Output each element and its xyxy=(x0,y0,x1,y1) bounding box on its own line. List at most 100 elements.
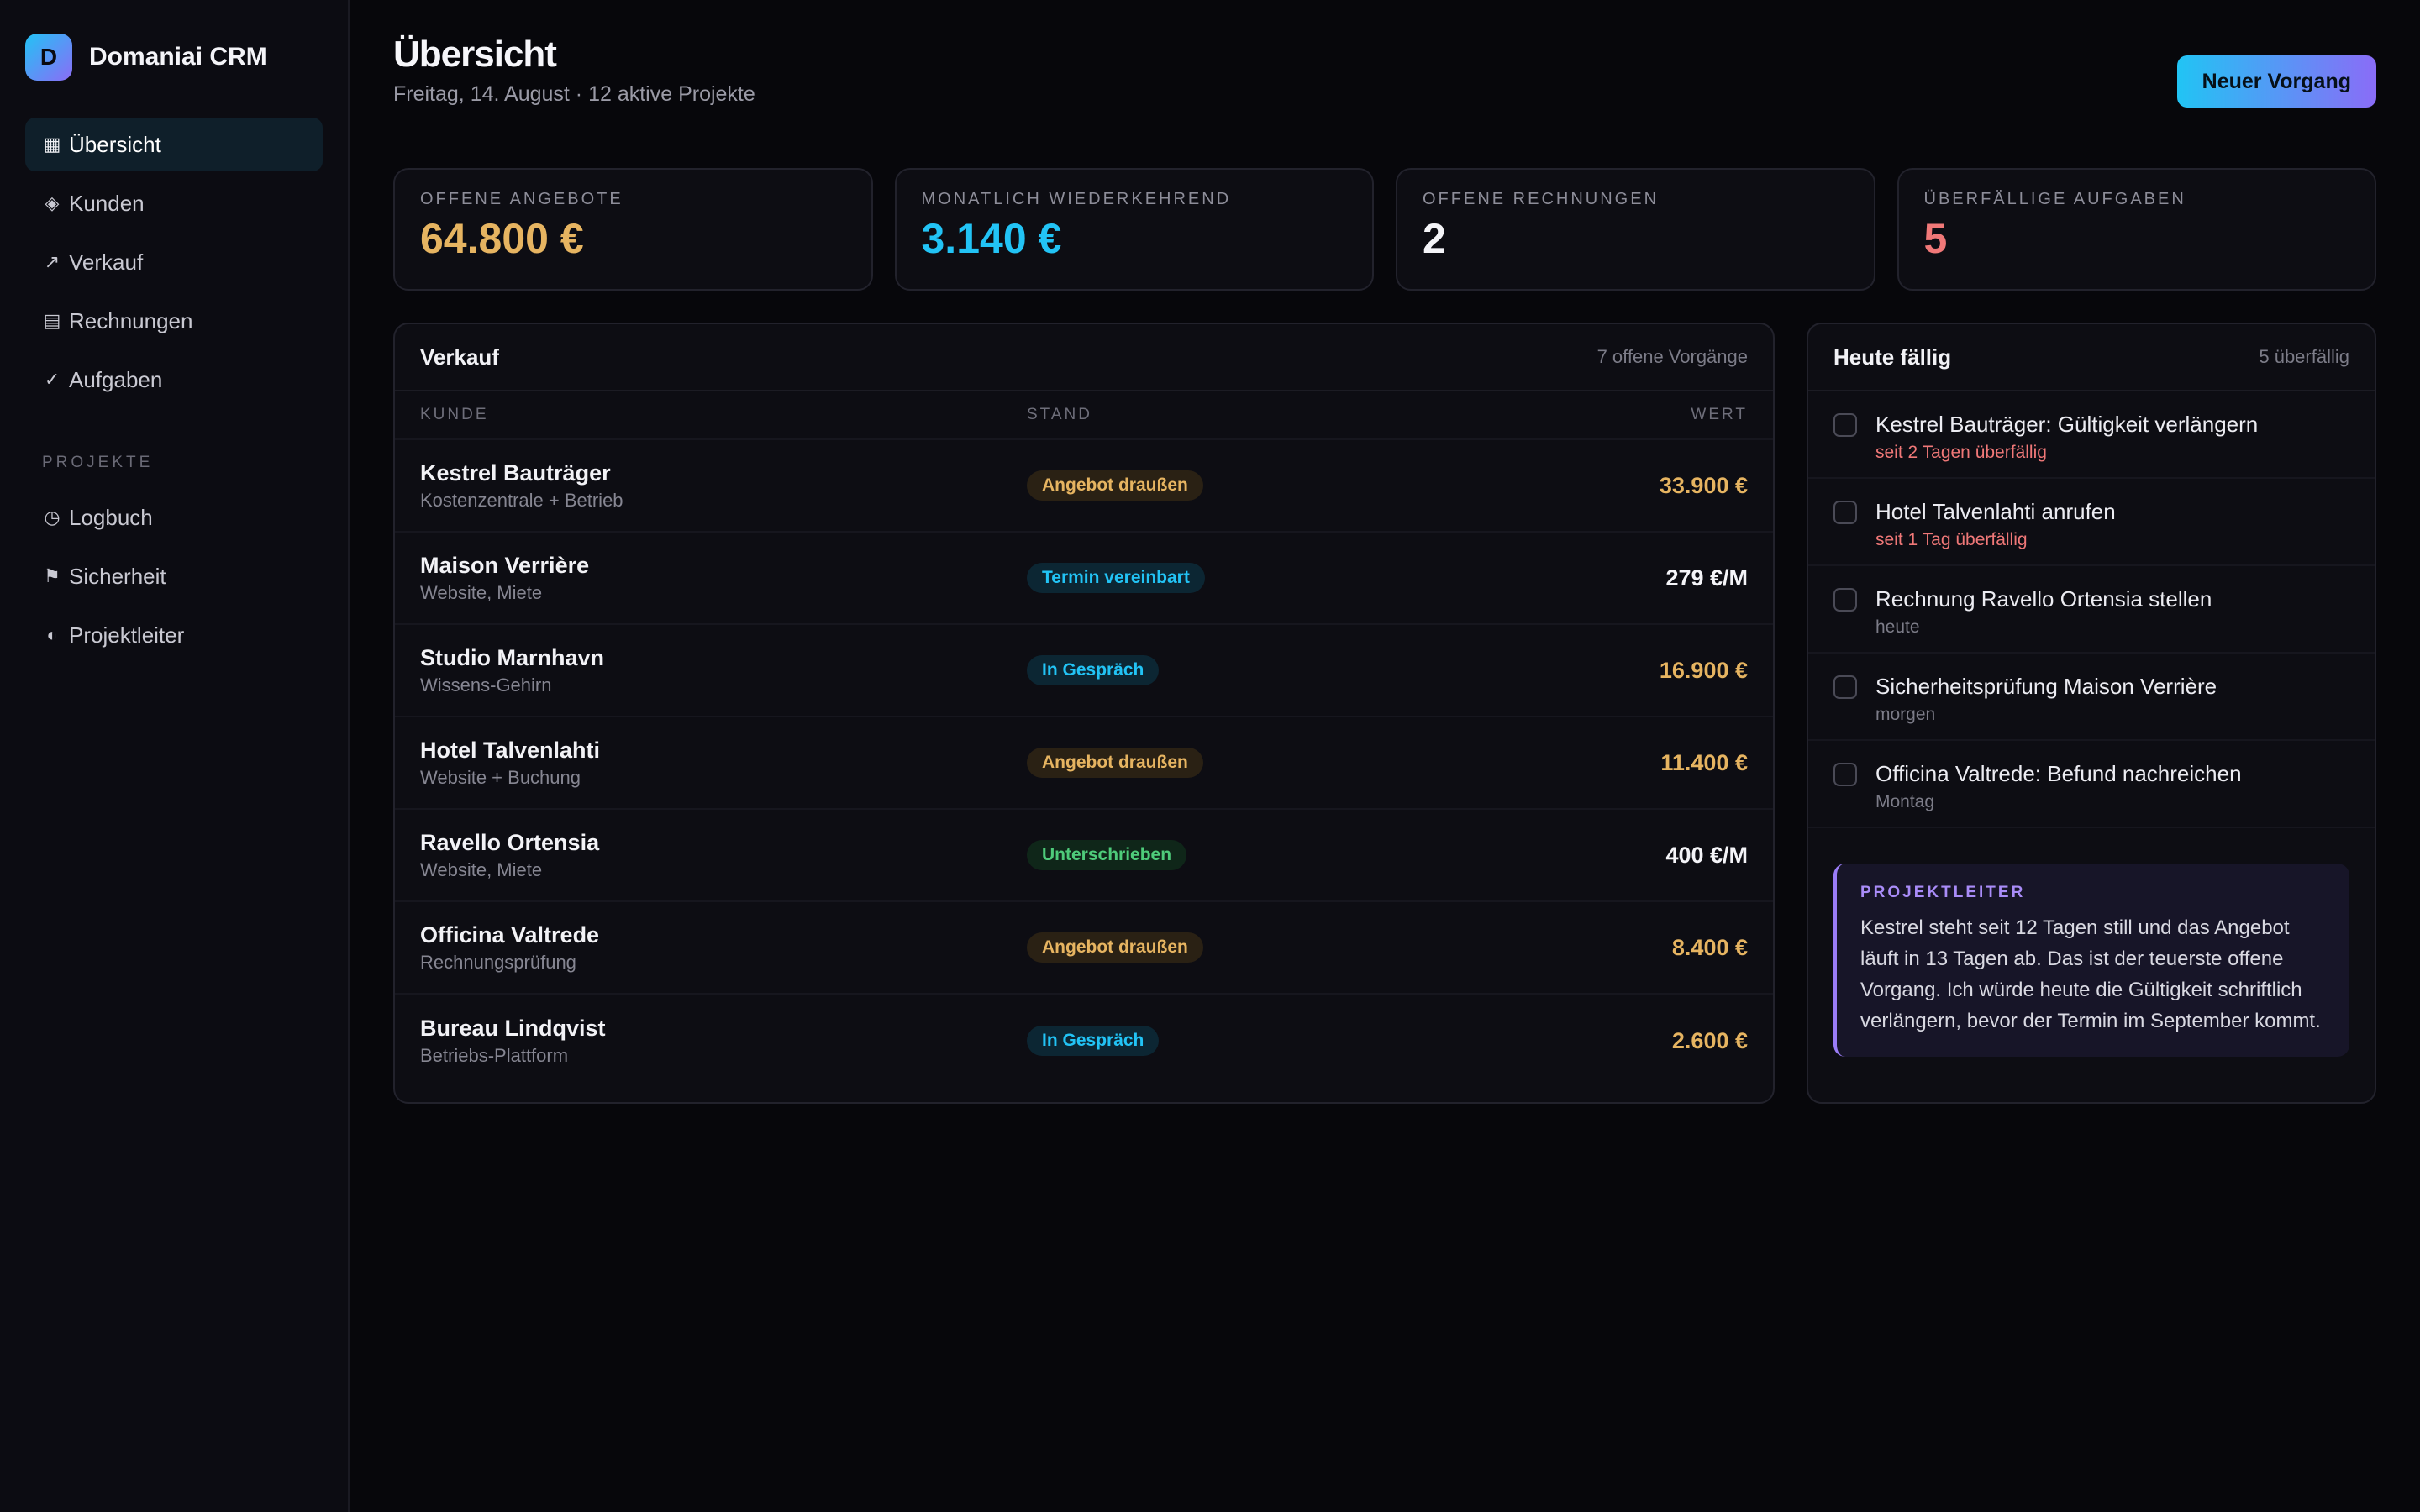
column-header-kunde[interactable]: KUNDE xyxy=(420,406,1027,424)
customer-project: Website, Miete xyxy=(420,581,543,603)
status-badge: Termin vereinbart xyxy=(1027,563,1205,593)
cell-stand: Angebot draußen xyxy=(1027,932,1496,963)
task-checkbox[interactable] xyxy=(1833,588,1857,612)
stat-card-recurring[interactable]: MONATLICH WIEDERKEHREND 3.140 € xyxy=(894,168,1374,291)
sales-table-header: KUNDE STAND WERT xyxy=(395,391,1773,440)
due-today-header: Heute fällig 5 überfällig xyxy=(1808,324,2375,391)
table-row[interactable]: Ravello Ortensia Website, Miete Untersch… xyxy=(395,810,1773,902)
stat-label: OFFENE ANGEBOTE xyxy=(420,190,623,208)
sales-panel-title: Verkauf xyxy=(420,344,499,370)
cell-kunde: Bureau Lindqvist Betriebs-Plattform xyxy=(420,1016,1027,1067)
due-today-meta: 5 überfällig xyxy=(2259,346,2349,367)
cell-kunde: Officina Valtrede Rechnungsprüfung xyxy=(420,922,1027,974)
sidebar-item-logbuch[interactable]: ◷ Logbuch xyxy=(25,491,323,544)
task-content: Rechnung Ravello Ortensia stellen heute xyxy=(1876,586,2212,638)
due-today-title: Heute fällig xyxy=(1833,344,1952,370)
task-checkbox[interactable] xyxy=(1833,501,1857,524)
stat-value: 2 xyxy=(1423,215,1446,262)
sidebar-item-aufgaben[interactable]: ✓ Aufgaben xyxy=(25,353,323,407)
stat-card-open-offers[interactable]: OFFENE ANGEBOTE 64.800 € xyxy=(393,168,873,291)
trend-arrow-icon: ↗ xyxy=(44,251,60,272)
status-badge: In Gespräch xyxy=(1027,1026,1160,1056)
table-row[interactable]: Hotel Talvenlahti Website + Buchung Ange… xyxy=(395,717,1773,810)
stat-value: 5 xyxy=(1923,215,1948,262)
table-row[interactable]: Bureau Lindqvist Betriebs-Plattform In G… xyxy=(395,995,1773,1087)
sidebar-item-label: Sicherheit xyxy=(69,563,166,589)
cell-kunde: Kestrel Bauträger Kostenzentrale + Betri… xyxy=(420,460,1027,512)
customer-project: Website, Miete xyxy=(420,858,543,880)
note-text: Kestrel steht seit 12 Tagen still und da… xyxy=(1860,916,2321,1032)
cell-stand: Angebot draußen xyxy=(1027,470,1496,501)
sales-panel-meta: 7 offene Vorgänge xyxy=(1597,346,1748,367)
stat-card-overdue-tasks[interactable]: ÜBERFÄLLIGE AUFGABEN 5 xyxy=(1897,168,2376,291)
task-title[interactable]: Sicherheitsprüfung Maison Verrière xyxy=(1876,674,2217,700)
task-content: Kestrel Bauträger: Gültigkeit verlängern… xyxy=(1876,412,2258,463)
task-title[interactable]: Officina Valtrede: Befund nachreichen xyxy=(1876,761,2242,787)
column-header-stand[interactable]: STAND xyxy=(1027,406,1496,424)
task-checkbox[interactable] xyxy=(1833,675,1857,699)
stats-row: OFFENE ANGEBOTE 64.800 € MONATLICH WIEDE… xyxy=(393,168,2376,291)
project-lead-note: PROJEKTLEITER Kestrel steht seit 12 Tage… xyxy=(1833,864,2349,1057)
sidebar-item-projektleiter[interactable]: ◐ Projektleiter xyxy=(25,608,323,662)
sidebar-item-uebersicht[interactable]: ▦ Übersicht xyxy=(25,118,323,171)
app-name: Domaniai CRM xyxy=(89,43,267,71)
deal-value: 279 €/M xyxy=(1665,564,1748,591)
customer-project: Kostenzentrale + Betrieb xyxy=(420,489,623,511)
brand[interactable]: D Domaniai CRM xyxy=(25,34,323,81)
task-item: Kestrel Bauträger: Gültigkeit verlängern… xyxy=(1808,391,2375,479)
sidebar-item-label: Verkauf xyxy=(69,249,144,275)
checkmark-icon: ✓ xyxy=(44,369,60,390)
status-badge: Angebot draußen xyxy=(1027,748,1203,778)
task-due: seit 1 Tag überfällig xyxy=(1876,530,2028,549)
clock-icon: ◷ xyxy=(44,507,60,528)
task-due: seit 2 Tagen überfällig xyxy=(1876,443,2047,462)
new-deal-button[interactable]: Neuer Vorgang xyxy=(2176,55,2376,108)
task-checkbox[interactable] xyxy=(1833,413,1857,437)
task-checkbox[interactable] xyxy=(1833,763,1857,786)
task-due: morgen xyxy=(1876,705,1936,724)
task-title[interactable]: Hotel Talvenlahti anrufen xyxy=(1876,499,2116,525)
status-badge: Unterschrieben xyxy=(1027,840,1187,870)
app-logo-icon: D xyxy=(25,34,72,81)
task-title[interactable]: Rechnung Ravello Ortensia stellen xyxy=(1876,586,2212,612)
sidebar-item-label: Übersicht xyxy=(69,131,161,157)
task-item: Hotel Talvenlahti anrufen seit 1 Tag übe… xyxy=(1808,479,2375,566)
sidebar-item-sicherheit[interactable]: ⚑ Sicherheit xyxy=(25,549,323,603)
table-row[interactable]: Officina Valtrede Rechnungsprüfung Angeb… xyxy=(395,902,1773,995)
sales-table-body: Kestrel Bauträger Kostenzentrale + Betri… xyxy=(395,440,1773,1087)
customer-project: Website + Buchung xyxy=(420,766,581,788)
task-item: Rechnung Ravello Ortensia stellen heute xyxy=(1808,566,2375,654)
cell-wert: 33.900 € xyxy=(1496,473,1748,499)
sidebar-item-label: Aufgaben xyxy=(69,366,163,392)
stat-label: ÜBERFÄLLIGE AUFGABEN xyxy=(1923,190,2186,208)
column-header-wert[interactable]: WERT xyxy=(1496,406,1748,424)
page-header: Übersicht Freitag, 14. August · 12 aktiv… xyxy=(393,34,2376,134)
flag-icon: ⚑ xyxy=(44,565,60,586)
page-subtitle: Freitag, 14. August · 12 aktive Projekte xyxy=(393,82,755,106)
main-nav: ▦ Übersicht ◈ Kunden ↗ Verkauf ▤ Rechnun… xyxy=(25,118,323,662)
task-item: Sicherheitsprüfung Maison Verrière morge… xyxy=(1808,654,2375,741)
diamond-icon: ◈ xyxy=(45,192,60,213)
stat-card-open-invoices[interactable]: OFFENE RECHNUNGEN 2 xyxy=(1396,168,1876,291)
table-row[interactable]: Kestrel Bauträger Kostenzentrale + Betri… xyxy=(395,440,1773,533)
customer-name: Bureau Lindqvist xyxy=(420,1015,606,1041)
task-due: heute xyxy=(1876,617,1920,637)
deal-value: 33.900 € xyxy=(1659,472,1748,498)
customer-project: Rechnungsprüfung xyxy=(420,951,576,973)
customer-name: Hotel Talvenlahti xyxy=(420,737,601,763)
sidebar-item-label: Rechnungen xyxy=(69,307,193,333)
stat-value: 64.800 € xyxy=(420,215,584,262)
sidebar-item-label: Logbuch xyxy=(69,504,153,530)
sidebar-item-verkauf[interactable]: ↗ Verkauf xyxy=(25,235,323,289)
content-area: Verkauf 7 offene Vorgänge KUNDE STAND WE… xyxy=(393,323,2376,1104)
table-row[interactable]: Studio Marnhavn Wissens-Gehirn In Gesprä… xyxy=(395,625,1773,717)
table-row[interactable]: Maison Verrière Website, Miete Termin ve… xyxy=(395,533,1773,625)
task-title[interactable]: Kestrel Bauträger: Gültigkeit verlängern xyxy=(1876,412,2258,438)
sidebar-item-kunden[interactable]: ◈ Kunden xyxy=(25,176,323,230)
cell-wert: 2.600 € xyxy=(1496,1028,1748,1054)
sidebar-item-rechnungen[interactable]: ▤ Rechnungen xyxy=(25,294,323,348)
half-circle-icon: ◐ xyxy=(46,624,58,645)
note-label: PROJEKTLEITER xyxy=(1860,884,2026,901)
task-item: Officina Valtrede: Befund nachreichen Mo… xyxy=(1808,741,2375,828)
task-content: Hotel Talvenlahti anrufen seit 1 Tag übe… xyxy=(1876,499,2116,550)
